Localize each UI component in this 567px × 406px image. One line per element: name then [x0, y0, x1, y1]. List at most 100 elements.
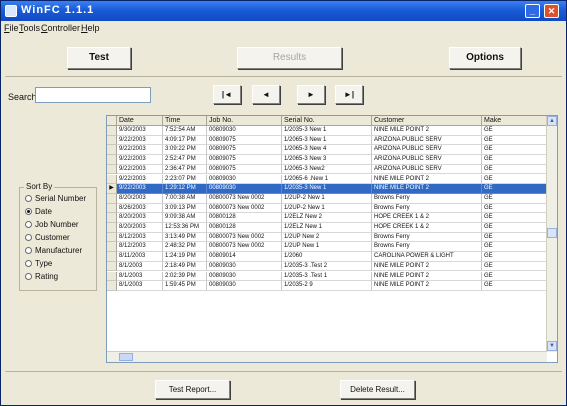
cell-serial-no[interactable]: 1/2ELZ New 2 — [282, 213, 372, 223]
last-record-button[interactable]: ►| — [335, 85, 363, 104]
row-header[interactable] — [107, 261, 117, 272]
cell-time[interactable]: 3:13:49 PM — [163, 232, 207, 243]
cell-make[interactable]: GE — [482, 135, 547, 146]
cell-make[interactable]: GE — [482, 126, 547, 136]
cell-job-no[interactable]: 00800128 — [207, 213, 282, 223]
cell-serial-no[interactable]: 1/2035-3 .Test 1 — [282, 271, 372, 282]
cell-time[interactable]: 2:48:32 PM — [163, 242, 207, 253]
delete-result-button[interactable]: Delete Result... — [340, 380, 415, 399]
close-button[interactable]: ✕ — [544, 4, 559, 18]
cell-job-no[interactable]: 00800073 New 0002 — [207, 203, 282, 214]
cell-job-no[interactable]: 00809030 — [207, 184, 282, 194]
menu-help[interactable]: Help — [81, 23, 100, 33]
cell-time[interactable]: 2:23:07 PM — [163, 174, 207, 185]
column-header-job-no[interactable]: Job No. — [207, 116, 282, 126]
cell-customer[interactable]: Browns Ferry — [372, 242, 482, 253]
results-button[interactable]: Results — [237, 47, 342, 69]
cell-date[interactable]: 8/12/2003 — [117, 232, 163, 243]
row-header[interactable] — [107, 281, 117, 291]
row-header[interactable] — [107, 271, 117, 282]
cell-job-no[interactable]: 00809075 — [207, 155, 282, 165]
cell-serial-no[interactable]: 1/2065-3 New2 — [282, 164, 372, 175]
cell-time[interactable]: 7:00:38 AM — [163, 193, 207, 204]
cell-serial-no[interactable]: 1/2UP-2 New 1 — [282, 203, 372, 214]
table-row[interactable]: 8/26/2003 3:09:13 PM 00800073 New 0002 1/2U… — [107, 203, 547, 214]
next-record-button[interactable]: ► — [297, 85, 325, 104]
options-button[interactable]: Options — [449, 47, 521, 69]
cell-make[interactable]: GE — [482, 223, 547, 233]
sort-option-manufacturer[interactable]: Manufacturer — [25, 246, 82, 255]
minimize-button[interactable]: _ — [525, 4, 540, 18]
row-header[interactable] — [107, 213, 117, 223]
cell-make[interactable]: GE — [482, 261, 547, 272]
cell-date[interactable]: 9/22/2003 — [117, 145, 163, 156]
cell-time[interactable]: 7:52:54 AM — [163, 126, 207, 136]
cell-customer[interactable]: CAROLINA POWER & LIGHT — [372, 252, 482, 262]
cell-make[interactable]: GE — [482, 184, 547, 194]
cell-customer[interactable]: NINE MILE POINT 2 — [372, 184, 482, 194]
column-header-make[interactable]: Make — [482, 116, 547, 126]
cell-customer[interactable]: Browns Ferry — [372, 203, 482, 214]
cell-job-no[interactable]: 00809030 — [207, 271, 282, 282]
cell-date[interactable]: 8/1/2003 — [117, 271, 163, 282]
cell-date[interactable]: 8/1/2003 — [117, 281, 163, 291]
cell-customer[interactable]: Browns Ferry — [372, 193, 482, 204]
cell-date[interactable]: 9/22/2003 — [117, 164, 163, 175]
cell-time[interactable]: 9:09:38 AM — [163, 213, 207, 223]
column-header-date[interactable]: Date — [117, 116, 163, 126]
cell-serial-no[interactable]: 1/2035-3 New 1 — [282, 126, 372, 136]
table-row[interactable]: 9/22/2003 2:52:47 PM 00809075 1/2065-3 New … — [107, 155, 547, 165]
column-header-customer[interactable]: Customer — [372, 116, 482, 126]
cell-customer[interactable]: ARIZONA PUBLIC SERV — [372, 135, 482, 146]
table-row[interactable]: ▶ 9/22/2003 1:29:12 PM 00809030 1/2035-3 New… — [107, 184, 547, 194]
row-header[interactable] — [107, 126, 117, 136]
cell-date[interactable]: 8/20/2003 — [117, 223, 163, 233]
horizontal-scroll-thumb[interactable] — [119, 353, 133, 361]
cell-date[interactable]: 8/1/2003 — [117, 261, 163, 272]
cell-serial-no[interactable]: 1/2UP-2 New 1 — [282, 193, 372, 204]
cell-make[interactable]: GE — [482, 164, 547, 175]
table-row[interactable]: 9/22/2003 4:09:17 PM 00809075 1/2065-3 New … — [107, 135, 547, 146]
cell-date[interactable]: 9/22/2003 — [117, 155, 163, 165]
cell-job-no[interactable]: 00800128 — [207, 223, 282, 233]
cell-serial-no[interactable]: 1/2065-3 New 4 — [282, 145, 372, 156]
table-row[interactable]: 8/20/2003 7:00:38 AM 00800073 New 0002 1/2U… — [107, 193, 547, 204]
column-header-time[interactable]: Time — [163, 116, 207, 126]
column-header-serial-no[interactable]: Serial No. — [282, 116, 372, 126]
sort-option-job-number[interactable]: Job Number — [25, 220, 79, 229]
cell-make[interactable]: GE — [482, 155, 547, 165]
sort-option-date[interactable]: Date — [25, 207, 52, 216]
row-pointer-icon[interactable]: ▶ — [107, 184, 117, 194]
cell-date[interactable]: 9/22/2003 — [117, 174, 163, 185]
table-row[interactable]: 8/1/2003 1:59:45 PM 00809030 1/2035-2 9 NINE… — [107, 281, 547, 291]
cell-time[interactable]: 1:59:45 PM — [163, 281, 207, 291]
cell-serial-no[interactable]: 1/2035-3 New 1 — [282, 184, 372, 194]
table-row[interactable]: 8/1/2003 2:02:39 PM 00809030 1/2035-3 .Test… — [107, 271, 547, 282]
row-header[interactable] — [107, 223, 117, 233]
sort-option-rating[interactable]: Rating — [25, 272, 58, 281]
cell-date[interactable]: 8/20/2003 — [117, 193, 163, 204]
title-bar[interactable]: WinFC 1.1.1 _ ✕ — [1, 1, 566, 21]
table-row[interactable]: 8/11/2003 1:24:19 PM 00809014 1/2060 CAROLIN… — [107, 252, 547, 262]
cell-job-no[interactable]: 00809075 — [207, 145, 282, 156]
cell-job-no[interactable]: 00809030 — [207, 126, 282, 136]
row-header[interactable] — [107, 193, 117, 204]
cell-time[interactable]: 1:29:12 PM — [163, 184, 207, 194]
scroll-thumb[interactable] — [547, 228, 557, 238]
cell-time[interactable]: 4:09:17 PM — [163, 135, 207, 146]
test-report-button[interactable]: Test Report... — [155, 380, 230, 399]
menu-controller[interactable]: Controller — [41, 23, 80, 33]
cell-serial-no[interactable]: 1/2060 — [282, 252, 372, 262]
cell-make[interactable]: GE — [482, 174, 547, 185]
cell-time[interactable]: 2:52:47 PM — [163, 155, 207, 165]
cell-serial-no[interactable]: 1/2065-3 New 1 — [282, 135, 372, 146]
cell-customer[interactable]: Browns Ferry — [372, 232, 482, 243]
cell-date[interactable]: 8/20/2003 — [117, 213, 163, 223]
table-row[interactable]: 9/30/2003 7:52:54 AM 00809030 1/2035-3 New … — [107, 126, 547, 136]
cell-make[interactable]: GE — [482, 193, 547, 204]
cell-job-no[interactable]: 00809030 — [207, 174, 282, 185]
cell-job-no[interactable]: 00809014 — [207, 252, 282, 262]
cell-job-no[interactable]: 00800073 New 0002 — [207, 232, 282, 243]
cell-serial-no[interactable]: 1/2UP New 2 — [282, 232, 372, 243]
cell-make[interactable]: GE — [482, 242, 547, 253]
